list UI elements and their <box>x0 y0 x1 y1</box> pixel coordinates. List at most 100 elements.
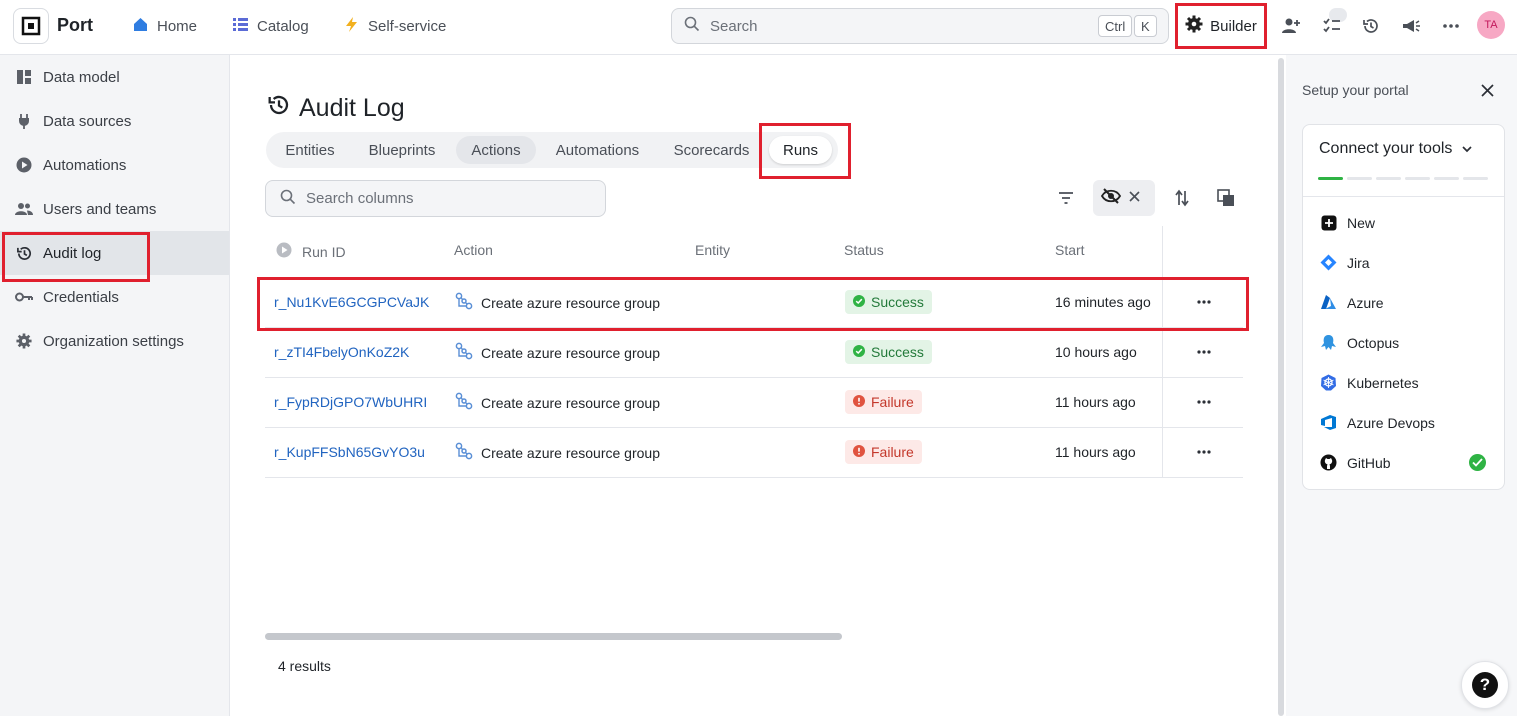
run-id-link[interactable]: r_KupFFSbN65GvYO3u <box>274 444 425 460</box>
app-name: Port <box>57 15 93 35</box>
help-button[interactable]: ? <box>1461 661 1509 709</box>
row-more-icon[interactable] <box>1194 342 1214 362</box>
help-icon: ? <box>1472 672 1498 698</box>
azure-devops-icon <box>1320 414 1337 431</box>
status-badge: Success <box>845 340 932 364</box>
tool-item-new[interactable]: New <box>1320 214 1375 231</box>
column-header-run-id[interactable]: Run ID <box>276 242 346 261</box>
nav-catalog[interactable]: Catalog <box>232 16 309 37</box>
setup-panel-title: Setup your portal <box>1302 82 1409 98</box>
column-header-label: Run ID <box>302 243 346 260</box>
vertical-scrollbar[interactable] <box>1278 58 1284 716</box>
run-action: Create azure resource group <box>455 342 660 363</box>
tool-label: Jira <box>1347 254 1370 271</box>
users-icon <box>15 200 33 218</box>
column-header-start[interactable]: Start <box>1055 242 1085 258</box>
row-more-icon[interactable] <box>1194 392 1214 412</box>
column-search-input[interactable]: Search columns <box>265 180 606 217</box>
tab-actions[interactable]: Actions <box>456 136 536 164</box>
history-icon[interactable] <box>1359 14 1383 38</box>
column-header-entity[interactable]: Entity <box>695 242 730 258</box>
run-action-label: Create azure resource group <box>481 344 660 361</box>
invite-user-icon[interactable] <box>1279 14 1303 38</box>
checklist-icon[interactable] <box>1320 14 1344 38</box>
sidebar-item-label: Organization settings <box>43 332 184 350</box>
tab-scorecards[interactable]: Scorecards <box>659 136 764 164</box>
tool-item-azure-devops[interactable]: Azure Devops <box>1320 414 1435 431</box>
sidebar-item-label: Data model <box>43 68 120 86</box>
announcement-icon[interactable] <box>1399 14 1423 38</box>
row-divider <box>265 427 1243 428</box>
run-id-link[interactable]: r_FypRDjGPO7WbUHRI <box>274 394 427 410</box>
column-header-action[interactable]: Action <box>454 242 493 258</box>
lightning-icon <box>343 16 360 37</box>
tool-label: Azure <box>1347 294 1384 311</box>
column-header-status[interactable]: Status <box>844 242 884 258</box>
column-search-placeholder: Search columns <box>306 190 414 207</box>
sort-icon[interactable] <box>1170 186 1194 210</box>
tool-label: GitHub <box>1347 454 1391 471</box>
builder-button[interactable]: Builder <box>1175 3 1267 49</box>
tool-item-kubernetes[interactable]: Kubernetes <box>1320 374 1419 391</box>
column-divider <box>1162 226 1163 478</box>
sidebar-item-label: Automations <box>43 156 127 174</box>
nav-self-service[interactable]: Self-service <box>343 16 446 37</box>
tool-item-azure[interactable]: Azure <box>1320 294 1384 311</box>
list-icon <box>232 16 249 37</box>
page-title: Audit Log <box>267 93 405 124</box>
close-icon[interactable] <box>1129 189 1140 207</box>
sidebar-item-label: Credentials <box>43 288 119 306</box>
nav-self-service-label: Self-service <box>368 18 447 35</box>
user-avatar[interactable]: TA <box>1477 11 1505 39</box>
nav-home[interactable]: Home <box>132 16 197 37</box>
connect-tools-header[interactable]: Connect your tools <box>1319 140 1473 158</box>
tool-label: Kubernetes <box>1347 374 1419 391</box>
results-count: 4 results <box>278 658 331 674</box>
port-logo[interactable] <box>13 8 49 44</box>
close-icon[interactable] <box>1478 81 1496 99</box>
row-divider <box>265 477 1243 478</box>
progress-step <box>1347 177 1372 180</box>
tool-item-jira[interactable]: Jira <box>1320 254 1370 271</box>
copy-icon[interactable] <box>1214 186 1238 210</box>
run-start-time: 11 hours ago <box>1055 394 1136 410</box>
audit-tabs: Entities Blueprints Actions Automations … <box>266 132 838 168</box>
sidebar-item-data-sources[interactable]: Data sources <box>0 99 229 143</box>
highlight-runs-tab <box>759 123 851 179</box>
progress-step <box>1318 177 1343 180</box>
builder-label: Builder <box>1210 17 1257 35</box>
tool-item-octopus[interactable]: Octopus <box>1320 334 1399 351</box>
hidden-columns-toggle[interactable] <box>1093 180 1155 216</box>
run-id-link[interactable]: r_zTI4FbelyOnKoZ2K <box>274 344 409 360</box>
sidebar-item-automations[interactable]: Automations <box>0 143 229 187</box>
status-badge: Failure <box>845 440 922 464</box>
status-label: Failure <box>871 394 914 410</box>
shortcut-k: K <box>1134 15 1157 37</box>
github-icon <box>1320 454 1337 471</box>
home-icon <box>132 16 149 37</box>
progress-step <box>1463 177 1488 180</box>
row-more-icon[interactable] <box>1194 442 1214 462</box>
gear-icon <box>15 332 33 350</box>
tool-item-github[interactable]: GitHub <box>1320 454 1391 471</box>
global-search-input[interactable]: Search Ctrl K <box>671 8 1169 44</box>
tab-blueprints[interactable]: Blueprints <box>356 136 448 164</box>
filter-icon[interactable] <box>1054 186 1078 210</box>
sidebar-item-users-and-teams[interactable]: Users and teams <box>0 187 229 231</box>
run-action-label: Create azure resource group <box>481 444 660 461</box>
tab-entities[interactable]: Entities <box>272 136 348 164</box>
horizontal-scrollbar[interactable] <box>265 633 842 640</box>
more-icon[interactable] <box>1439 14 1463 38</box>
run-start-time: 11 hours ago <box>1055 444 1136 460</box>
run-action: Create azure resource group <box>455 392 660 413</box>
progress-step <box>1405 177 1430 180</box>
tool-label: Azure Devops <box>1347 414 1435 431</box>
sidebar-item-data-model[interactable]: Data model <box>0 55 229 99</box>
tool-label: Octopus <box>1347 334 1400 351</box>
sidebar-item-organization-settings[interactable]: Organization settings <box>0 319 229 363</box>
progress-step <box>1376 177 1401 180</box>
tab-automations[interactable]: Automations <box>544 136 651 164</box>
highlight-audit-log <box>2 232 150 282</box>
row-divider <box>265 377 1243 378</box>
play-circle-icon <box>276 242 292 261</box>
